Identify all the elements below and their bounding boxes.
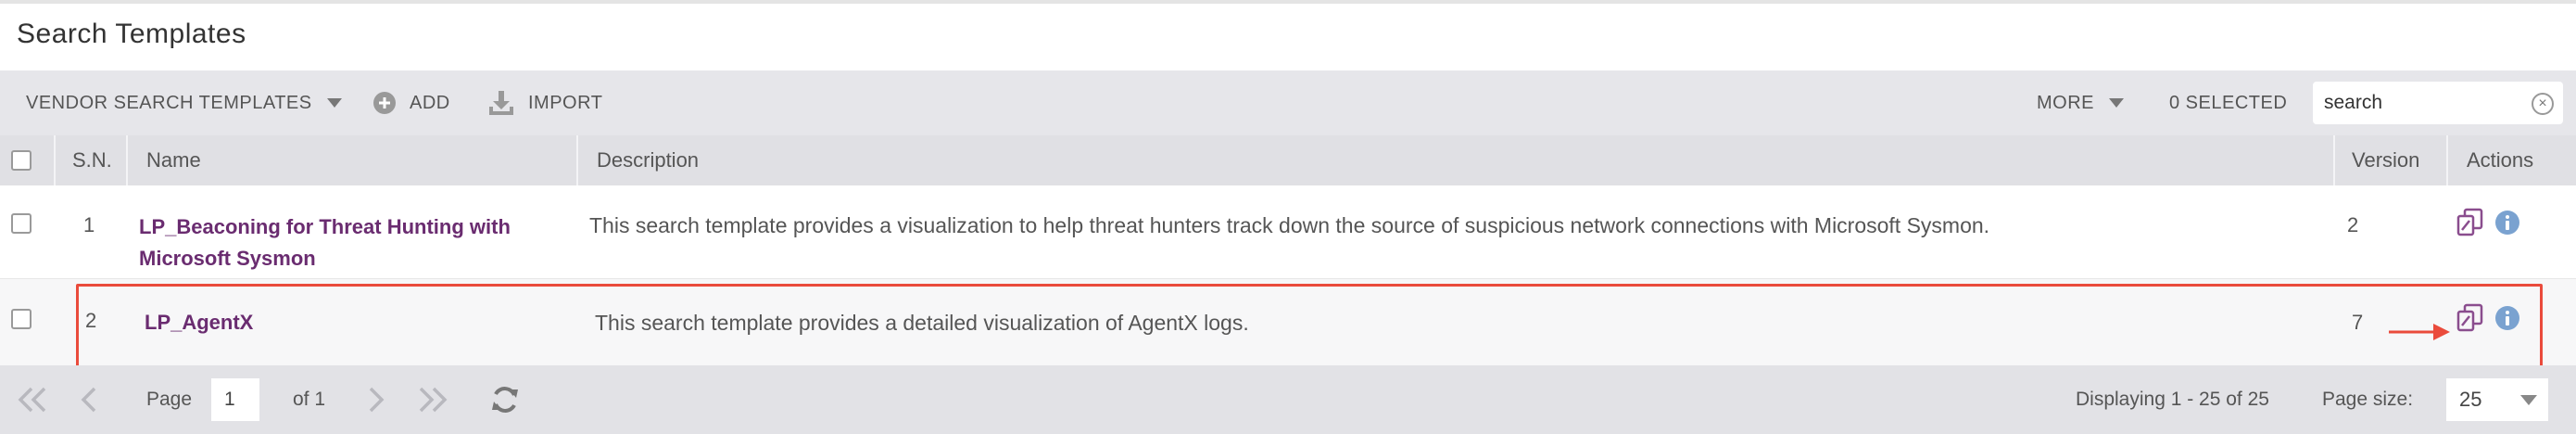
add-button[interactable]: ADD <box>373 70 450 135</box>
column-divider <box>2333 135 2335 185</box>
row-checkbox-cell <box>11 309 32 329</box>
row-name-link[interactable]: LP_Beaconing for Threat Hunting with Mic… <box>139 211 575 274</box>
page-size-select[interactable]: 25 <box>2446 378 2548 421</box>
import-label: IMPORT <box>528 92 603 113</box>
row-checkbox[interactable] <box>11 309 32 329</box>
last-page-icon[interactable] <box>417 365 448 434</box>
selected-count: 0 SELECTED <box>2169 70 2287 135</box>
pagination-bar: Page of 1 Displaying 1 - 25 of 25 Page s… <box>0 365 2576 434</box>
page-number-input[interactable] <box>211 378 259 421</box>
column-header-version[interactable]: Version <box>2352 135 2419 185</box>
search-box: × <box>2313 82 2563 124</box>
prev-page-icon[interactable] <box>80 365 98 434</box>
row-sn: 1 <box>83 213 95 236</box>
page-label: Page <box>146 389 193 410</box>
vendor-templates-label: VENDOR SEARCH TEMPLATES <box>26 92 312 113</box>
caret-down-icon <box>2109 98 2124 108</box>
refresh-icon[interactable] <box>489 365 521 434</box>
row-description: This search template provides a visualiz… <box>589 213 1990 237</box>
plus-circle-icon <box>373 91 397 115</box>
row-name-line: LP_Beaconing for Threat Hunting with <box>139 215 511 238</box>
row-highlight-box <box>76 284 2543 373</box>
column-header-sn[interactable]: S.N. <box>72 135 112 185</box>
column-divider <box>126 135 128 185</box>
selected-count-label: 0 SELECTED <box>2169 92 2288 113</box>
caret-down-icon <box>2520 395 2537 405</box>
toolbar: VENDOR SEARCH TEMPLATES ADD IMPORT MORE … <box>0 70 2576 135</box>
arrow-right-icon <box>2387 321 2452 348</box>
table-row[interactable]: 1 LP_Beaconing for Threat Hunting with M… <box>0 185 2576 278</box>
page-size-value: 25 <box>2459 388 2482 411</box>
row-version: 2 <box>2347 213 2359 236</box>
page-size-label: Page size: <box>2322 389 2414 410</box>
next-page-icon[interactable] <box>367 365 385 434</box>
column-header-description[interactable]: Description <box>597 135 699 185</box>
clone-icon[interactable] <box>2456 208 2485 243</box>
more-dropdown[interactable]: MORE <box>2037 70 2124 135</box>
row-name-line: Microsoft Sysmon <box>139 247 316 270</box>
table-header: S.N. Name Description Version Actions <box>0 135 2576 185</box>
select-all-checkbox[interactable] <box>11 150 32 171</box>
displaying-count: Displaying 1 - 25 of 25 <box>2076 389 2269 410</box>
page-title: Search Templates <box>17 19 246 49</box>
caret-down-icon <box>326 98 342 108</box>
import-icon <box>487 90 515 116</box>
column-divider <box>576 135 578 185</box>
add-label: ADD <box>410 92 450 113</box>
row-checkbox[interactable] <box>11 213 32 234</box>
vendor-templates-dropdown[interactable]: VENDOR SEARCH TEMPLATES <box>26 70 342 135</box>
info-icon[interactable] <box>2494 210 2520 241</box>
select-all-checkbox-cell <box>11 135 32 185</box>
column-divider <box>54 135 56 185</box>
column-divider <box>2446 135 2448 185</box>
first-page-icon[interactable] <box>17 365 48 434</box>
more-label: MORE <box>2037 92 2094 113</box>
title-bar: Search Templates <box>0 4 2576 70</box>
search-input[interactable] <box>2324 82 2528 124</box>
import-button[interactable]: IMPORT <box>487 70 602 135</box>
column-header-name[interactable]: Name <box>146 135 201 185</box>
row-checkbox-cell <box>11 213 32 234</box>
page-total: of 1 <box>293 389 326 410</box>
column-header-actions: Actions <box>2467 148 2534 172</box>
clear-search-icon[interactable]: × <box>2532 93 2554 115</box>
